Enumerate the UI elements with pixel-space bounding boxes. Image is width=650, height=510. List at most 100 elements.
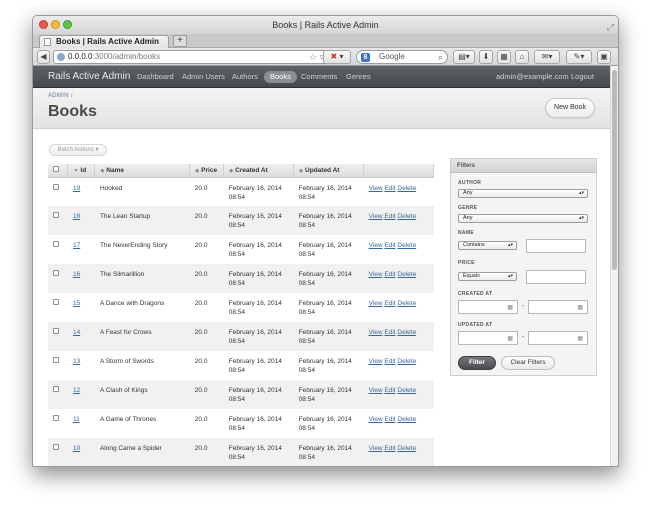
row-id-link[interactable]: 18 <box>73 213 80 220</box>
row-checkbox[interactable] <box>53 415 59 421</box>
site-title[interactable]: Rails Active Admin <box>48 66 130 88</box>
delete-link[interactable]: Delete <box>397 329 416 336</box>
menu-dashboard[interactable]: Dashboard <box>137 66 174 88</box>
sidebar-toggle-button[interactable]: ▤▾ <box>453 50 475 64</box>
edit-link[interactable]: Edit <box>384 416 395 423</box>
row-id-link[interactable]: 12 <box>73 387 80 394</box>
row-checkbox[interactable] <box>53 241 59 247</box>
updated-at-to-input[interactable]: ▦ <box>528 331 588 345</box>
row-checkbox[interactable] <box>53 270 59 276</box>
view-link[interactable]: View <box>369 300 383 307</box>
view-link[interactable]: View <box>369 271 383 278</box>
row-id-link[interactable]: 14 <box>73 329 80 336</box>
tools-button[interactable]: ✎▾ <box>566 50 592 64</box>
calendar-icon[interactable]: ▦ <box>577 304 583 311</box>
view-link[interactable]: View <box>369 329 383 336</box>
browser-tab[interactable]: Books | Rails Active Admin <box>39 35 169 48</box>
logout-link[interactable]: Logout <box>571 66 594 88</box>
row-id-link[interactable]: 16 <box>73 271 80 278</box>
menu-books[interactable]: Books <box>264 71 297 83</box>
name-operator-select[interactable]: Contains ▴▾ <box>458 241 517 250</box>
row-id-link[interactable]: 10 <box>73 445 80 452</box>
delete-link[interactable]: Delete <box>397 358 416 365</box>
calendar-icon[interactable]: ▦ <box>507 335 513 342</box>
stop-button[interactable]: ✖ ▾ <box>323 50 351 64</box>
menu-authors[interactable]: Authors <box>232 66 258 88</box>
row-checkbox[interactable] <box>53 328 59 334</box>
delete-link[interactable]: Delete <box>397 387 416 394</box>
edit-link[interactable]: Edit <box>384 387 395 394</box>
page-scrollbar[interactable] <box>610 66 618 466</box>
updated-at-from-input[interactable]: ▦ <box>458 331 518 345</box>
price-operator-select[interactable]: Equals ▴▾ <box>458 272 517 281</box>
scrollbar-thumb[interactable] <box>612 70 617 270</box>
delete-link[interactable]: Delete <box>397 185 416 192</box>
new-book-button[interactable]: New Book <box>545 98 595 118</box>
view-link[interactable]: View <box>369 185 383 192</box>
author-filter-select[interactable]: Any ▴▾ <box>458 189 588 198</box>
addon-button[interactable]: ▦ <box>497 50 511 64</box>
view-link[interactable]: View <box>369 445 383 452</box>
batch-actions-button[interactable]: Batch Actions ▾ <box>49 144 107 156</box>
close-window-icon[interactable] <box>39 20 48 29</box>
price-filter-input[interactable] <box>526 270 586 284</box>
new-tab-button[interactable]: + <box>173 35 187 47</box>
delete-link[interactable]: Delete <box>397 213 416 220</box>
filter-button[interactable]: Filter <box>458 356 496 370</box>
row-id-link[interactable]: 19 <box>73 185 80 192</box>
row-id-link[interactable]: 11 <box>73 416 80 423</box>
menu-admin-users[interactable]: Admin Users <box>182 66 225 88</box>
calendar-icon[interactable]: ▦ <box>507 304 513 311</box>
created-at-to-input[interactable]: ▦ <box>528 300 588 314</box>
view-link[interactable]: View <box>369 387 383 394</box>
delete-link[interactable]: Delete <box>397 300 416 307</box>
search-input[interactable]: 8 Google ⌕ <box>356 50 448 64</box>
search-icon[interactable]: ⌕ <box>438 51 443 63</box>
view-link[interactable]: View <box>369 242 383 249</box>
clear-filters-button[interactable]: Clear Filters <box>501 356 555 370</box>
url-bar[interactable]: 0.0.0.0:3000/admin/books ☆ ▿ ↻ <box>53 50 343 64</box>
row-checkbox[interactable] <box>53 386 59 392</box>
row-checkbox[interactable] <box>53 183 59 190</box>
column-id[interactable]: ▼ Id <box>67 164 96 178</box>
menu-genres[interactable]: Genres <box>346 66 371 88</box>
genre-filter-select[interactable]: Any ▴▾ <box>458 214 588 223</box>
row-id-link[interactable]: 13 <box>73 358 80 365</box>
view-link[interactable]: View <box>369 213 383 220</box>
edit-link[interactable]: Edit <box>384 358 395 365</box>
row-checkbox[interactable] <box>53 444 59 450</box>
edit-link[interactable]: Edit <box>384 329 395 336</box>
bookmarks-button[interactable]: ✉▾ <box>534 50 560 64</box>
downloads-button[interactable]: ⬇ <box>479 50 493 64</box>
view-link[interactable]: View <box>369 416 383 423</box>
minimize-window-icon[interactable] <box>51 20 60 29</box>
column-created-at[interactable]: ◆ Created At <box>223 164 295 178</box>
edit-link[interactable]: Edit <box>384 271 395 278</box>
delete-link[interactable]: Delete <box>397 445 416 452</box>
calendar-icon[interactable]: ▦ <box>577 335 583 342</box>
home-button[interactable]: ⌂ <box>515 50 529 64</box>
select-all-checkbox[interactable] <box>53 166 59 173</box>
zoom-window-icon[interactable] <box>63 20 72 29</box>
column-price[interactable]: ◆ Price <box>189 164 225 178</box>
edit-link[interactable]: Edit <box>384 185 395 192</box>
menu-comments[interactable]: Comments <box>301 66 337 88</box>
column-name[interactable]: ◆ Name <box>94 164 191 178</box>
row-id-link[interactable]: 17 <box>73 242 80 249</box>
menu-button[interactable]: ▣ <box>597 50 611 64</box>
row-checkbox[interactable] <box>53 299 59 305</box>
edit-link[interactable]: Edit <box>384 242 395 249</box>
row-id-link[interactable]: 15 <box>73 300 80 307</box>
column-updated-at[interactable]: ◆ Updated At <box>293 164 365 178</box>
name-filter-input[interactable] <box>526 239 586 253</box>
row-checkbox[interactable] <box>53 357 59 363</box>
bookmark-star-icon[interactable]: ☆ ▿ <box>309 51 324 63</box>
edit-link[interactable]: Edit <box>384 300 395 307</box>
created-at-from-input[interactable]: ▦ <box>458 300 518 314</box>
delete-link[interactable]: Delete <box>397 271 416 278</box>
edit-link[interactable]: Edit <box>384 445 395 452</box>
edit-link[interactable]: Edit <box>384 213 395 220</box>
current-user-link[interactable]: admin@example.com <box>496 66 569 88</box>
breadcrumb-admin[interactable]: ADMIN <box>48 93 69 99</box>
delete-link[interactable]: Delete <box>397 416 416 423</box>
